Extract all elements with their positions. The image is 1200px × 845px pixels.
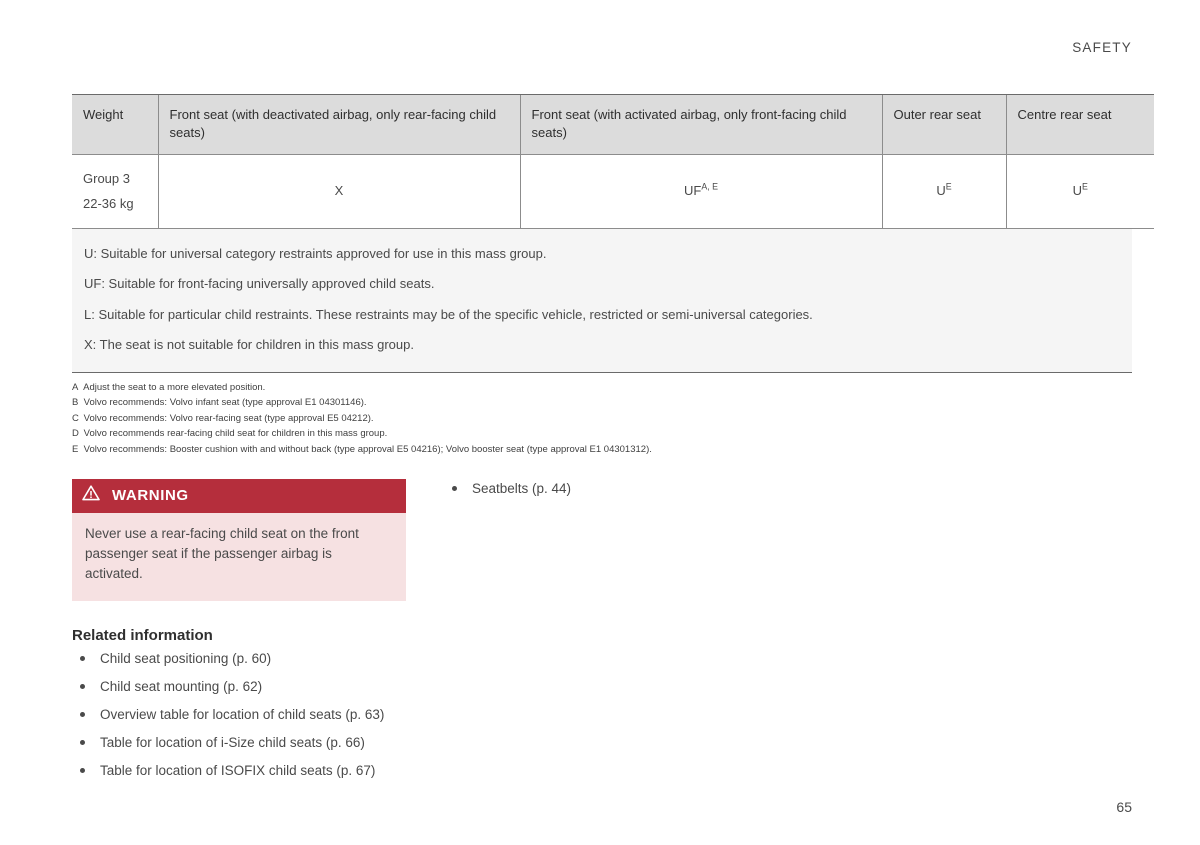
footnotes-block: A Adjust the seat to a more elevated pos… [72, 380, 1132, 457]
related-information-list: Child seat positioning (p. 60) Child sea… [72, 649, 438, 781]
column-header-centre-rear-seat: Centre rear seat [1005, 94, 1154, 155]
footnote-ref: E [1082, 181, 1088, 192]
cell-front-seat-deactivated: X [157, 154, 520, 230]
bullet-icon [80, 711, 85, 717]
list-item[interactable]: Overview table for location of child sea… [72, 705, 438, 724]
footnote-marker: B [72, 397, 79, 409]
footnote-text: Adjust the seat to a more elevated posit… [83, 382, 266, 393]
column-header-weight: Weight [72, 94, 158, 155]
bullet-icon [452, 485, 457, 491]
warning-title: WARNING [112, 486, 189, 504]
suitability-code: UF [683, 183, 702, 199]
running-header: SAFETY [1072, 40, 1132, 55]
column-header-outer-rear-seat: Outer rear seat [881, 94, 1006, 155]
legend-item: X: The seat is not suitable for children… [84, 336, 414, 352]
related-link-label[interactable]: Table for location of ISOFIX child seats… [100, 763, 375, 778]
footnote-marker: E [72, 443, 79, 455]
page-content: Weight Front seat (with deactivated airb… [72, 94, 1154, 790]
footnote: D Volvo recommends rear-facing child sea… [72, 426, 1132, 441]
legend-item: UF: Suitable for front-facing universall… [84, 276, 435, 292]
related-link-label[interactable]: Seatbelts (p. 44) [472, 481, 571, 496]
footnote: C Volvo recommends: Volvo rear-facing se… [72, 411, 1132, 426]
column-header-front-seat-activated-airbag: Front seat (with activated airbag, only … [519, 94, 882, 155]
legend-item: L: Suitable for particular child restrai… [84, 306, 813, 322]
related-information-list-continued: Seatbelts (p. 44) [444, 479, 810, 498]
left-column: WARNING Never use a rear-facing child se… [72, 478, 438, 790]
related-information-heading: Related information [72, 626, 213, 644]
related-link-label[interactable]: Child seat mounting (p. 62) [100, 679, 262, 694]
footnote-text: Volvo recommends: Booster cushion with a… [83, 443, 652, 455]
bullet-icon [80, 683, 85, 689]
footnote-text: Volvo recommends rear-facing child seat … [83, 428, 388, 440]
related-link-label[interactable]: Table for location of i-Size child seats… [100, 735, 365, 750]
child-seat-suitability-table: Weight Front seat (with deactivated airb… [72, 94, 1154, 230]
body-columns: WARNING Never use a rear-facing child se… [72, 478, 1132, 790]
warning-triangle-icon [82, 485, 100, 506]
related-link-label[interactable]: Child seat positioning (p. 60) [100, 651, 271, 666]
list-item[interactable]: Table for location of ISOFIX child seats… [72, 761, 438, 780]
table-header-row: Weight Front seat (with deactivated airb… [72, 94, 1154, 155]
bullet-icon [80, 740, 85, 746]
cell-weight-group: Group 3 22-36 kg [72, 154, 158, 230]
suitability-code: U [936, 183, 946, 199]
cell-outer-rear-seat: UE [881, 154, 1006, 230]
list-item[interactable]: Child seat positioning (p. 60) [72, 649, 438, 668]
footnote: B Volvo recommends: Volvo infant seat (t… [72, 395, 1132, 410]
related-link-label[interactable]: Overview table for location of child sea… [100, 707, 384, 722]
weight-group-label: Group 3 [83, 170, 130, 186]
list-item[interactable]: Child seat mounting (p. 62) [72, 677, 438, 696]
bullet-icon [80, 655, 85, 661]
footnote-ref: E [945, 181, 952, 192]
page-number: 65 [1116, 799, 1132, 815]
warning-box: WARNING Never use a rear-facing child se… [72, 478, 406, 601]
warning-text: Never use a rear-facing child seat on th… [85, 525, 359, 582]
footnote-text: Volvo recommends: Volvo rear-facing seat… [83, 412, 374, 424]
legend-item: U: Suitable for universal category restr… [84, 246, 547, 262]
footnote-text: Volvo recommends: Volvo infant seat (typ… [83, 397, 367, 409]
suitability-code: U [1072, 183, 1082, 199]
footnote: A Adjust the seat to a more elevated pos… [72, 380, 1132, 395]
table-row: Group 3 22-36 kg X UFA, E UE UE [72, 154, 1154, 230]
footnote: E Volvo recommends: Booster cushion with… [72, 442, 1132, 457]
footnote-marker: C [72, 412, 79, 424]
weight-range-label: 22-36 kg [83, 195, 134, 211]
column-header-front-seat-deactivated-airbag: Front seat (with deactivated airbag, onl… [157, 94, 520, 155]
warning-header: WARNING [72, 478, 406, 513]
cell-centre-rear-seat: UE [1005, 154, 1154, 230]
right-column: Seatbelts (p. 44) [438, 479, 810, 790]
list-item[interactable]: Table for location of i-Size child seats… [72, 733, 438, 752]
bullet-icon [80, 768, 85, 774]
footnote-ref: A, E [701, 181, 719, 192]
legend-panel: U: Suitable for universal category restr… [72, 229, 1132, 373]
footnote-marker: A [72, 382, 79, 393]
list-item[interactable]: Seatbelts (p. 44) [444, 479, 810, 498]
footnote-marker: D [72, 428, 79, 440]
cell-front-seat-activated: UFA, E [519, 154, 882, 230]
